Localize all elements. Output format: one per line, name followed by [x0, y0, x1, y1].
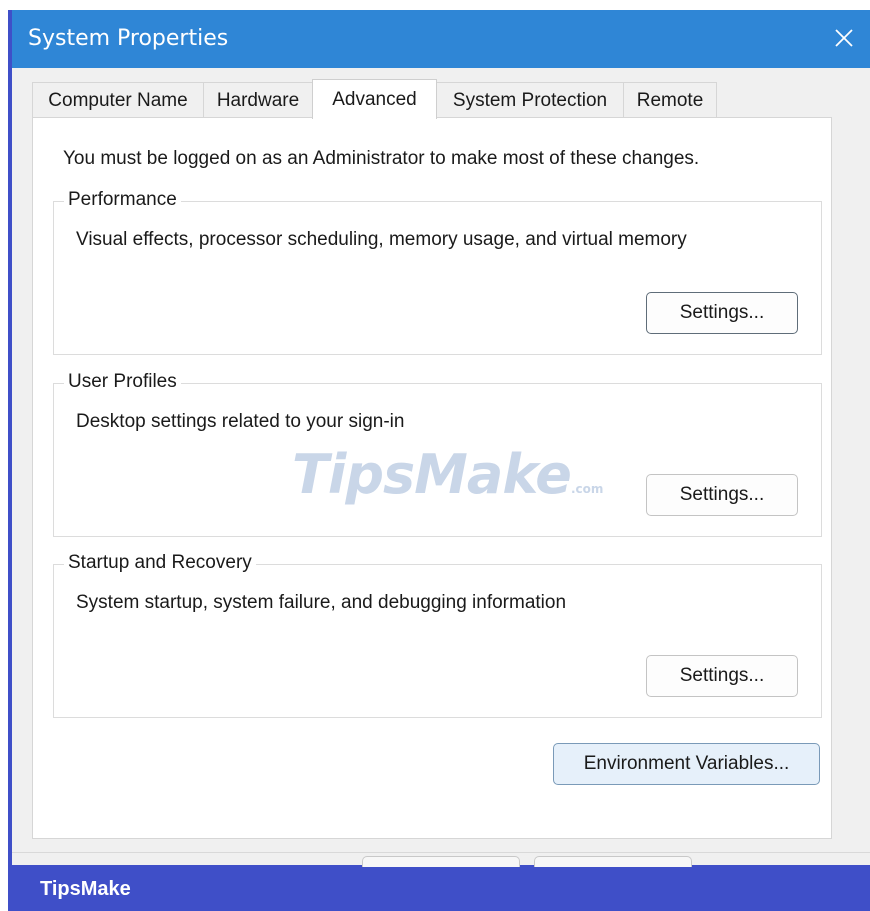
close-icon: [835, 29, 853, 47]
footer-brand: TipsMake: [40, 878, 131, 900]
cancel-button-partial[interactable]: [534, 856, 692, 867]
performance-settings-button[interactable]: Settings...: [646, 292, 798, 334]
tab-advanced[interactable]: Advanced: [312, 79, 437, 119]
user-profiles-settings-button[interactable]: Settings...: [646, 474, 798, 516]
tab-system-protection[interactable]: System Protection: [436, 82, 624, 118]
ok-button-partial[interactable]: [362, 856, 520, 867]
environment-variables-button[interactable]: Environment Variables...: [553, 743, 820, 785]
tab-remote[interactable]: Remote: [623, 82, 717, 118]
window-title: System Properties: [28, 26, 229, 51]
startup-recovery-group-title: Startup and Recovery: [64, 552, 256, 574]
startup-recovery-description: System startup, system failure, and debu…: [76, 592, 567, 613]
startup-recovery-settings-button[interactable]: Settings...: [646, 655, 798, 697]
user-profiles-description: Desktop settings related to your sign-in: [76, 411, 405, 432]
performance-group-title: Performance: [64, 189, 181, 211]
tab-hardware[interactable]: Hardware: [203, 82, 313, 118]
user-profiles-group-title: User Profiles: [64, 371, 181, 393]
admin-notice: You must be logged on as an Administrato…: [63, 148, 700, 169]
close-button[interactable]: [824, 18, 864, 58]
tab-computer-name[interactable]: Computer Name: [32, 82, 204, 118]
performance-description: Visual effects, processor scheduling, me…: [76, 229, 687, 250]
